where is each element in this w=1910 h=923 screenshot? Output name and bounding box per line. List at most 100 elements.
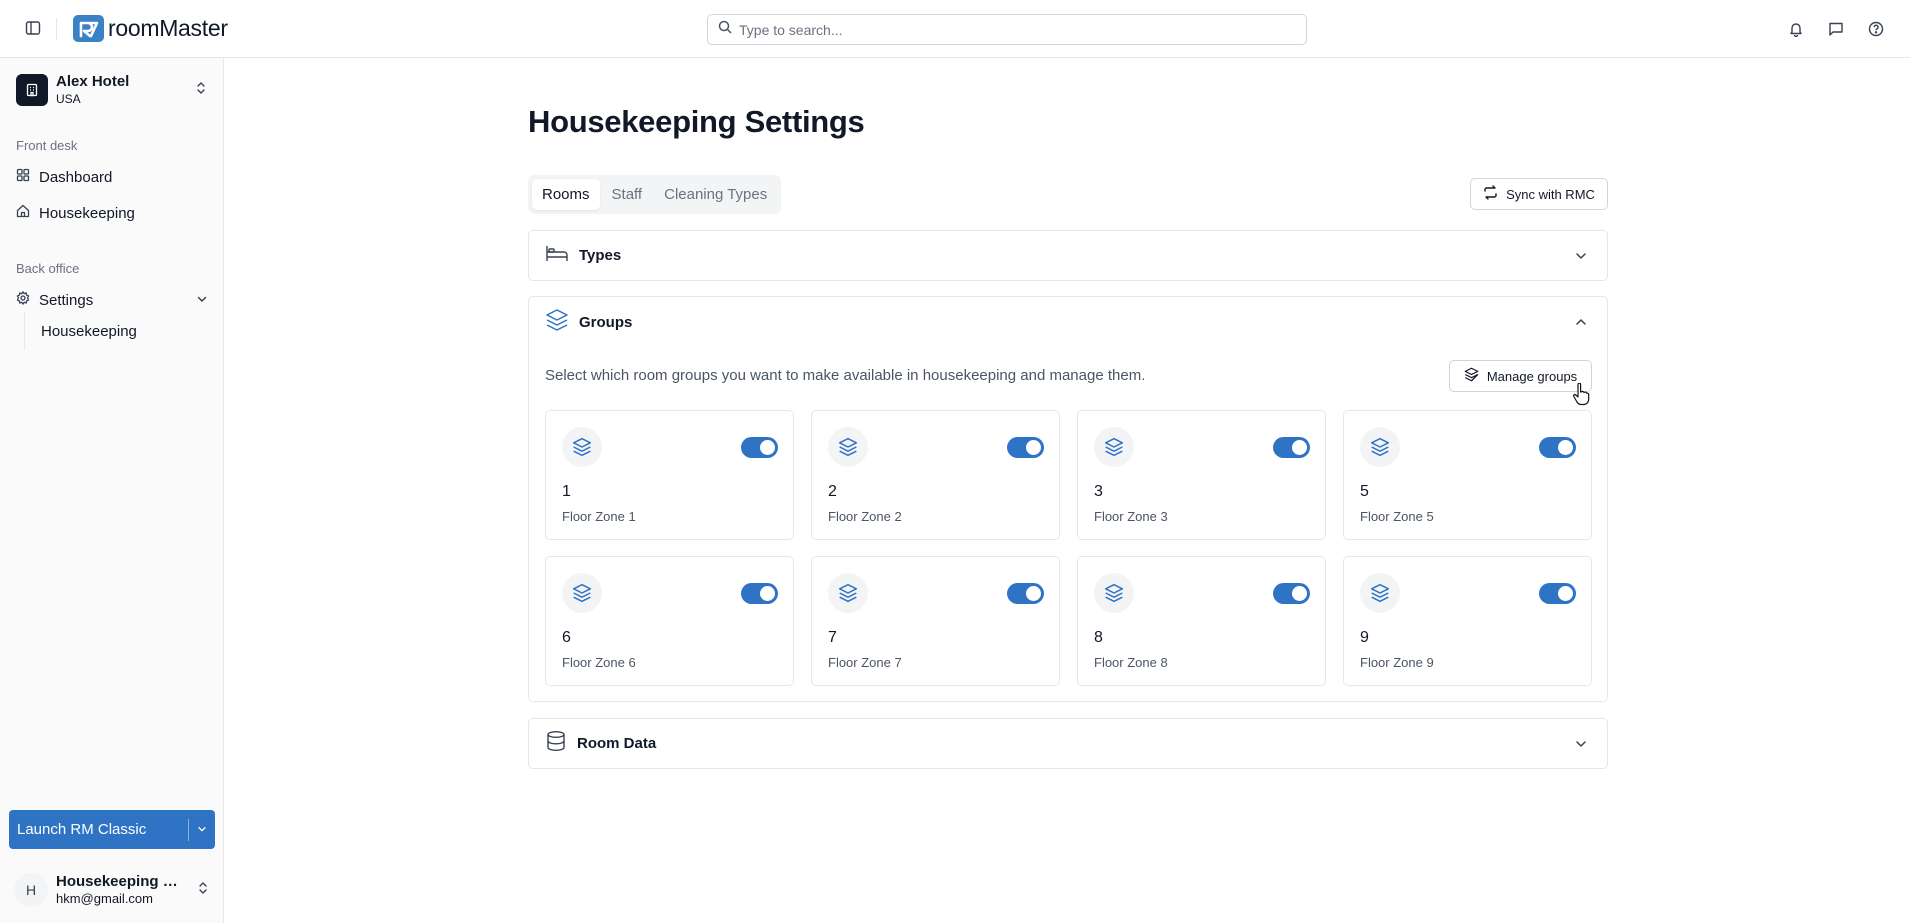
sidebar-item-label: Housekeeping bbox=[39, 204, 135, 222]
page-title: Housekeeping Settings bbox=[528, 104, 865, 139]
toggle-knob bbox=[760, 440, 775, 455]
submenu-line bbox=[24, 312, 25, 350]
group-card[interactable]: 3 Floor Zone 3 bbox=[1077, 410, 1326, 540]
group-name: Floor Zone 6 bbox=[562, 655, 636, 670]
search-box[interactable] bbox=[707, 14, 1307, 45]
section-label-front-desk: Front desk bbox=[16, 138, 78, 153]
hotel-switcher[interactable]: Alex Hotel USA bbox=[16, 72, 208, 108]
sync-with-rmc-button[interactable]: Sync with RMC bbox=[1470, 178, 1608, 210]
launch-rm-classic: Launch RM Classic bbox=[9, 810, 215, 849]
mouse-cursor-icon bbox=[1572, 382, 1590, 412]
gear-icon bbox=[16, 290, 30, 309]
manage-groups-button[interactable]: Manage groups bbox=[1449, 360, 1592, 392]
manage-groups-label: Manage groups bbox=[1486, 368, 1578, 384]
chevrons-up-down-icon bbox=[196, 881, 210, 900]
group-toggle[interactable] bbox=[1539, 437, 1576, 458]
group-card[interactable]: 1 Floor Zone 1 bbox=[545, 410, 794, 540]
sidebar-item-housekeeping[interactable]: Housekeeping bbox=[8, 198, 216, 228]
settings-tabs: Rooms Staff Cleaning Types bbox=[528, 175, 782, 214]
group-toggle[interactable] bbox=[1273, 583, 1310, 604]
user-menu[interactable]: H Housekeeping Manager hkm@gmail.com bbox=[14, 870, 210, 910]
layers-icon bbox=[1360, 427, 1400, 467]
toggle-knob bbox=[1026, 440, 1041, 455]
sidebar: Alex Hotel USA Front desk Dashboard Hous… bbox=[0, 58, 224, 923]
bell-icon[interactable] bbox=[1785, 18, 1807, 40]
toggle-knob bbox=[1558, 586, 1573, 601]
group-toggle[interactable] bbox=[1273, 437, 1310, 458]
section-label-back-office: Back office bbox=[16, 261, 80, 276]
group-name: Floor Zone 2 bbox=[828, 509, 902, 524]
sidebar-item-settings[interactable]: Settings bbox=[8, 285, 216, 315]
search-icon bbox=[718, 20, 732, 39]
chevrons-up-down-icon bbox=[194, 81, 208, 100]
top-bar: roomMaster bbox=[0, 0, 1910, 58]
chevron-down-icon bbox=[1573, 736, 1589, 752]
search-input[interactable] bbox=[739, 21, 1279, 38]
group-toggle[interactable] bbox=[741, 437, 778, 458]
types-title: Types bbox=[579, 247, 622, 264]
group-toggle[interactable] bbox=[1007, 437, 1044, 458]
layers-icon bbox=[545, 308, 569, 337]
toggle-knob bbox=[1558, 440, 1573, 455]
groups-title: Groups bbox=[579, 314, 633, 331]
layers-icon bbox=[562, 573, 602, 613]
sidebar-subitem-housekeeping[interactable]: Housekeeping bbox=[34, 316, 214, 346]
avatar: H bbox=[14, 873, 48, 907]
groups-panel-header[interactable]: Groups bbox=[529, 297, 1607, 348]
toggle-knob bbox=[1292, 586, 1307, 601]
chevron-down-icon bbox=[196, 292, 208, 309]
room-data-panel-header[interactable]: Room Data bbox=[529, 719, 1607, 768]
groups-panel: Groups Select which room groups you want… bbox=[528, 296, 1608, 702]
tab-staff[interactable]: Staff bbox=[602, 179, 653, 210]
group-number: 2 bbox=[828, 483, 837, 500]
chevron-down-icon bbox=[197, 821, 207, 839]
database-icon bbox=[545, 730, 567, 757]
layers-icon bbox=[1360, 573, 1400, 613]
sync-label: Sync with RMC bbox=[1506, 186, 1595, 202]
group-toggle[interactable] bbox=[1007, 583, 1044, 604]
layers-icon bbox=[828, 427, 868, 467]
tab-rooms[interactable]: Rooms bbox=[532, 179, 600, 210]
logo-mark-icon bbox=[73, 15, 104, 42]
group-number: 8 bbox=[1094, 629, 1103, 646]
sidebar-item-dashboard[interactable]: Dashboard bbox=[8, 162, 216, 192]
toggle-knob bbox=[760, 586, 775, 601]
group-toggle[interactable] bbox=[1539, 583, 1576, 604]
chevron-up-icon bbox=[1573, 314, 1589, 330]
types-panel-header[interactable]: Types bbox=[529, 231, 1607, 280]
groups-description: Select which room groups you want to mak… bbox=[545, 367, 1146, 384]
launch-rm-classic-button[interactable]: Launch RM Classic bbox=[9, 810, 188, 849]
launch-dropdown-button[interactable] bbox=[189, 810, 215, 849]
refresh-icon bbox=[1483, 185, 1498, 203]
bed-icon bbox=[545, 243, 569, 268]
group-card[interactable]: 8 Floor Zone 8 bbox=[1077, 556, 1326, 686]
group-name: Floor Zone 7 bbox=[828, 655, 902, 670]
group-name: Floor Zone 8 bbox=[1094, 655, 1168, 670]
help-icon[interactable] bbox=[1865, 18, 1887, 40]
sidebar-item-label: Settings bbox=[39, 291, 94, 309]
group-number: 9 bbox=[1360, 629, 1369, 646]
group-card[interactable]: 2 Floor Zone 2 bbox=[811, 410, 1060, 540]
group-toggle[interactable] bbox=[741, 583, 778, 604]
roommaster-logo[interactable]: roomMaster bbox=[73, 15, 228, 42]
group-name: Floor Zone 3 bbox=[1094, 509, 1168, 524]
message-icon[interactable] bbox=[1825, 18, 1847, 40]
group-card[interactable]: 9 Floor Zone 9 bbox=[1343, 556, 1592, 686]
building-icon bbox=[16, 74, 48, 106]
tab-cleaning-types[interactable]: Cleaning Types bbox=[654, 179, 777, 210]
sidebar-item-label: Dashboard bbox=[39, 168, 113, 186]
brand-name: roomMaster bbox=[108, 15, 228, 41]
toggle-knob bbox=[1292, 440, 1307, 455]
group-card[interactable]: 5 Floor Zone 5 bbox=[1343, 410, 1592, 540]
group-card[interactable]: 6 Floor Zone 6 bbox=[545, 556, 794, 686]
group-name: Floor Zone 1 bbox=[562, 509, 636, 524]
types-panel: Types bbox=[528, 230, 1608, 281]
group-number: 5 bbox=[1360, 483, 1369, 500]
room-data-panel: Room Data bbox=[528, 718, 1608, 769]
sidebar-toggle-icon[interactable] bbox=[22, 17, 44, 39]
group-card[interactable]: 7 Floor Zone 7 bbox=[811, 556, 1060, 686]
group-number: 6 bbox=[562, 629, 571, 646]
hotel-name: Alex Hotel bbox=[56, 73, 130, 90]
layers-icon bbox=[562, 427, 602, 467]
dashboard-icon bbox=[16, 168, 30, 186]
